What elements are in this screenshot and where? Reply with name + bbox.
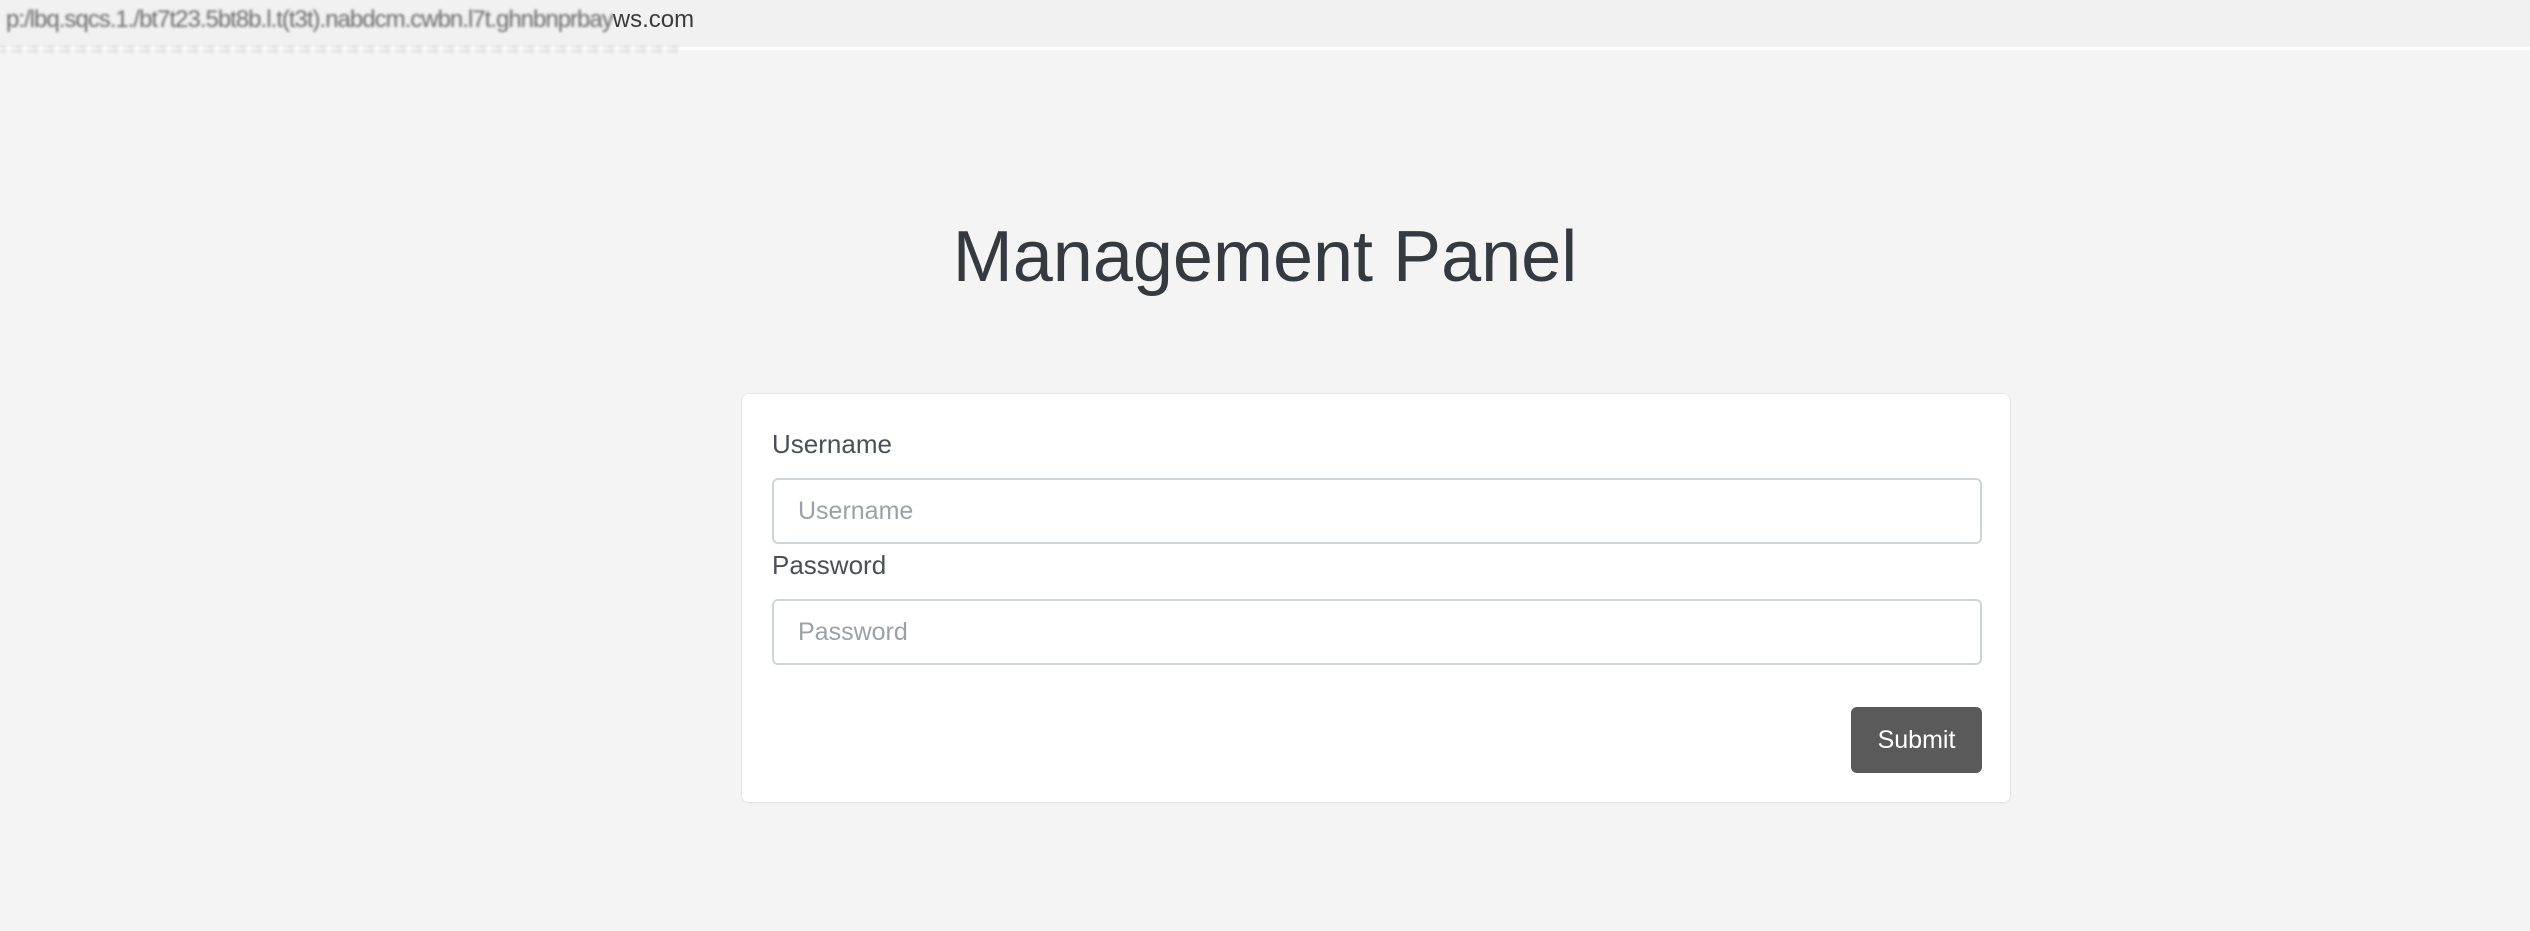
password-label: Password [772,550,887,580]
address-url-blurred: p:/lbq.sqcs.1./bt7t23.5bt8b.l.t(t3t).nab… [6,6,614,33]
username-input[interactable] [772,478,1982,544]
password-input[interactable] [772,599,1982,665]
username-label: Username [772,429,892,459]
address-bar-blurred-subline [0,45,680,53]
address-bar[interactable]: p:/lbq.sqcs.1./bt7t23.5bt8b.l.t(t3t).nab… [0,0,2530,53]
login-card: Username Password Submit [741,393,2011,803]
submit-button[interactable]: Submit [1851,707,1982,773]
address-url-visible: ws.com [612,6,695,33]
address-url: p:/lbq.sqcs.1./bt7t23.5bt8b.l.t(t3t).nab… [6,5,694,35]
page-title: Management Panel [952,217,1578,297]
